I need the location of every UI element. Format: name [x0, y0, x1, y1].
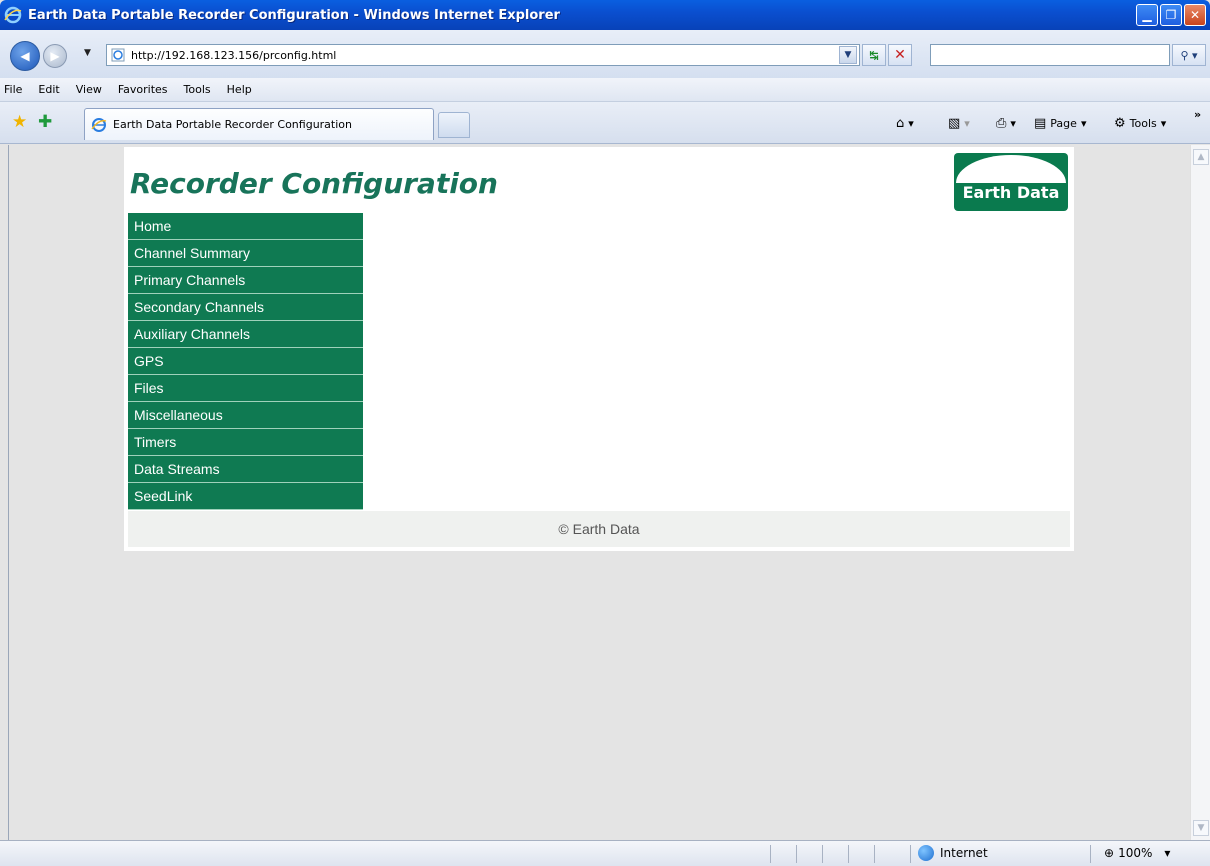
- more-commands-button[interactable]: »: [1194, 108, 1201, 121]
- status-divider: [1090, 845, 1091, 863]
- zoom-control[interactable]: ⊕ 100% ▾: [1104, 846, 1170, 860]
- nav-seedlink[interactable]: SeedLink: [128, 483, 363, 510]
- history-dropdown[interactable]: ▼: [84, 48, 91, 58]
- vertical-scrollbar[interactable]: ▲ ▼: [1190, 145, 1210, 840]
- tools-menu-button[interactable]: ⚙ Tools ▾: [1114, 116, 1166, 131]
- print-icon: ⎙: [996, 116, 1007, 131]
- url-dropdown[interactable]: ▼: [839, 46, 857, 64]
- home-button[interactable]: ⌂ ▾: [896, 116, 914, 131]
- page-menu-label: Page: [1050, 117, 1077, 130]
- tab-active[interactable]: Earth Data Portable Recorder Configurati…: [84, 108, 434, 140]
- feeds-button[interactable]: ▧ ▾: [948, 116, 970, 131]
- forward-button[interactable]: ▶: [43, 44, 67, 68]
- status-divider: [796, 845, 797, 863]
- menu-favorites[interactable]: Favorites: [118, 83, 168, 96]
- page-footer: © Earth Data: [128, 511, 1070, 547]
- minimize-button[interactable]: ▁: [1136, 4, 1158, 26]
- sidebar-nav: Home Channel Summary Primary Channels Se…: [128, 213, 363, 510]
- tab-ie-icon: [91, 117, 107, 132]
- search-button[interactable]: ⚲ ▾: [1172, 44, 1206, 66]
- menu-file[interactable]: File: [4, 83, 22, 96]
- nav-secondary-channels[interactable]: Secondary Channels: [128, 294, 363, 321]
- page-icon: ▤: [1034, 116, 1047, 131]
- window-controls: ▁ ❐ ✕: [1136, 4, 1206, 26]
- stop-button[interactable]: ✕: [888, 44, 912, 66]
- menu-help[interactable]: Help: [227, 83, 252, 96]
- page-title: Recorder Configuration: [130, 167, 498, 200]
- close-button[interactable]: ✕: [1184, 4, 1206, 26]
- home-icon: ⌂: [896, 116, 905, 131]
- menu-edit[interactable]: Edit: [38, 83, 59, 96]
- new-tab-button[interactable]: [438, 112, 470, 138]
- tab-bar: ★ ✚ Earth Data Portable Recorder Configu…: [0, 102, 1210, 144]
- status-divider: [822, 845, 823, 863]
- back-button[interactable]: ◀: [10, 41, 40, 71]
- favorites-star-icon[interactable]: ★: [12, 112, 27, 132]
- zoom-icon: ⊕: [1104, 846, 1115, 860]
- nav-home[interactable]: Home: [128, 213, 363, 240]
- nav-timers[interactable]: Timers: [128, 429, 363, 456]
- logo-arc: [956, 155, 1066, 183]
- scroll-down-button[interactable]: ▼: [1193, 820, 1209, 836]
- status-divider: [874, 845, 875, 863]
- ie-logo-icon: [4, 6, 22, 24]
- menu-view[interactable]: View: [76, 83, 102, 96]
- refresh-icon: ↹: [869, 48, 879, 62]
- address-bar: ◀ ▶ ▼ http://192.168.123.156/prconfig.ht…: [0, 30, 1210, 78]
- globe-icon: [918, 845, 934, 861]
- search-icon: ⚲ ▾: [1180, 48, 1198, 62]
- url-text: http://192.168.123.156/prconfig.html: [131, 48, 337, 62]
- page-ie-icon: [111, 48, 125, 62]
- nav-gps[interactable]: GPS: [128, 348, 363, 375]
- status-bar: Internet ⊕ 100% ▾: [0, 840, 1210, 866]
- feeds-icon: ▧: [948, 116, 961, 131]
- tab-label: Earth Data Portable Recorder Configurati…: [113, 118, 352, 131]
- menu-bar: File Edit View Favorites Tools Help: [0, 78, 1210, 102]
- maximize-button[interactable]: ❐: [1160, 4, 1182, 26]
- search-input[interactable]: [930, 44, 1170, 66]
- earth-data-logo: Earth Data: [954, 153, 1068, 211]
- page-menu-button[interactable]: ▤ Page ▾: [1034, 116, 1086, 131]
- nav-data-streams[interactable]: Data Streams: [128, 456, 363, 483]
- nav-auxiliary-channels[interactable]: Auxiliary Channels: [128, 321, 363, 348]
- security-zone[interactable]: Internet: [918, 845, 988, 861]
- window-titlebar: Earth Data Portable Recorder Configurati…: [0, 0, 1210, 30]
- nav-files[interactable]: Files: [128, 375, 363, 402]
- menu-tools[interactable]: Tools: [184, 83, 211, 96]
- nav-channel-summary[interactable]: Channel Summary: [128, 240, 363, 267]
- status-divider: [770, 845, 771, 863]
- nav-miscellaneous[interactable]: Miscellaneous: [128, 402, 363, 429]
- status-divider: [910, 845, 911, 863]
- zone-label: Internet: [940, 846, 988, 860]
- print-button[interactable]: ⎙ ▾: [996, 116, 1016, 131]
- stop-icon: ✕: [894, 47, 906, 63]
- zoom-level: 100%: [1118, 846, 1153, 860]
- window-title: Earth Data Portable Recorder Configurati…: [28, 7, 560, 23]
- tools-menu-label: Tools: [1129, 117, 1157, 130]
- gear-icon: ⚙: [1114, 116, 1126, 131]
- status-divider: [848, 845, 849, 863]
- add-favorite-icon[interactable]: ✚: [38, 112, 52, 132]
- refresh-button[interactable]: ↹: [862, 44, 886, 66]
- url-input[interactable]: http://192.168.123.156/prconfig.html: [106, 44, 860, 66]
- logo-text: Earth Data: [962, 183, 1060, 202]
- forward-arrow-icon: ▶: [50, 49, 60, 63]
- web-page: Recorder Configuration Earth Data Home C…: [124, 147, 1074, 551]
- nav-primary-channels[interactable]: Primary Channels: [128, 267, 363, 294]
- scroll-up-button[interactable]: ▲: [1193, 149, 1209, 165]
- back-arrow-icon: ◀: [20, 49, 30, 63]
